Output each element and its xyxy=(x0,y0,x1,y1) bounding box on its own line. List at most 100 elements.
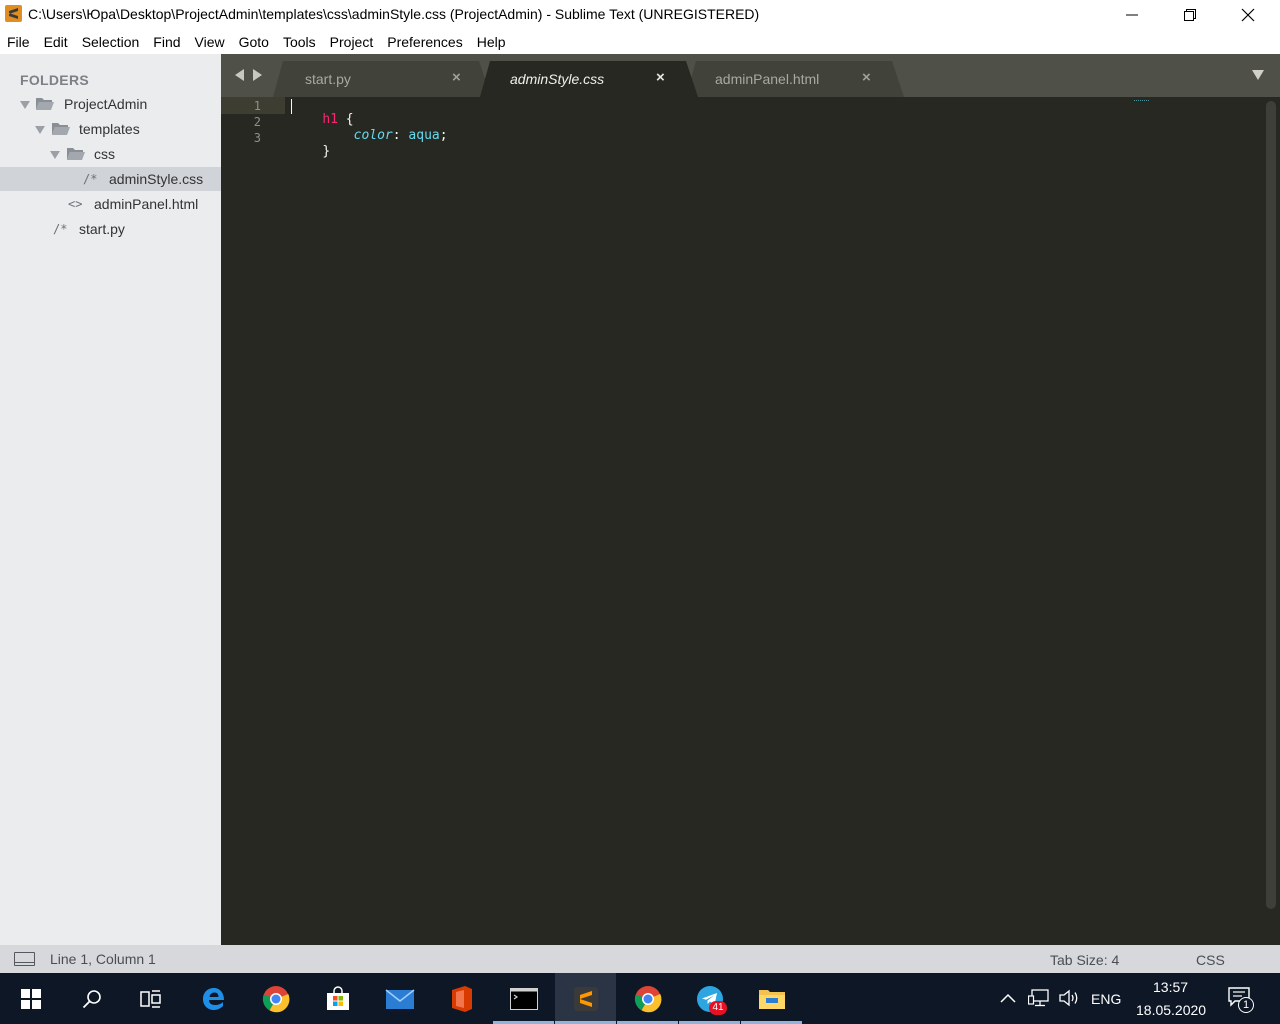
folder-open-icon xyxy=(67,148,85,160)
volume-icon[interactable] xyxy=(1058,989,1080,1007)
minimap[interactable] xyxy=(1134,98,1149,101)
office-icon xyxy=(451,985,472,1012)
tree-folder-css[interactable]: css xyxy=(0,142,221,166)
tree-label: adminPanel.html xyxy=(94,196,199,212)
mail-icon xyxy=(385,988,414,1009)
network-icon[interactable] xyxy=(1028,989,1050,1007)
sublime-text-icon xyxy=(5,5,22,22)
task-view-button[interactable] xyxy=(120,973,181,1024)
css-property: color xyxy=(353,128,393,143)
syntax-selector[interactable]: CSS xyxy=(1196,952,1225,968)
folder-open-icon xyxy=(52,123,70,135)
edge-browser-icon xyxy=(202,987,224,1010)
menu-goto[interactable]: Goto xyxy=(239,34,269,50)
chevron-down-icon[interactable] xyxy=(35,126,45,134)
tree-label: ProjectAdmin xyxy=(64,96,148,112)
chevron-down-icon[interactable] xyxy=(20,101,30,109)
taskbar-mail[interactable] xyxy=(369,973,430,1024)
action-center-button[interactable]: 1 xyxy=(1228,987,1256,1015)
chevron-down-icon[interactable] xyxy=(50,151,60,159)
task-view-icon xyxy=(139,989,161,1008)
minimize-icon xyxy=(1126,14,1138,16)
taskbar-terminal[interactable] xyxy=(493,973,554,1024)
windows-taskbar: 41 ENG 13:57 18.05.2020 1 xyxy=(0,973,1280,1024)
tree-file-start-py[interactable]: /* start.py xyxy=(0,217,221,241)
code-punctuation: : xyxy=(392,128,409,143)
vertical-scrollbar[interactable] xyxy=(1266,101,1276,909)
sublime-text-icon xyxy=(573,986,598,1011)
tab-adminstyle-css[interactable]: adminStyle.css × xyxy=(480,61,698,97)
tree-file-adminstyle-css[interactable]: /* adminStyle.css xyxy=(0,167,221,191)
search-button[interactable] xyxy=(61,973,122,1024)
menu-project[interactable]: Project xyxy=(330,34,374,50)
minimize-button[interactable] xyxy=(1103,0,1161,30)
line-gutter: 1 2 3 xyxy=(221,97,285,945)
tab-start-py[interactable]: start.py × xyxy=(273,61,491,97)
panel-toggle-icon[interactable] xyxy=(14,952,35,966)
code-punctuation: } xyxy=(322,144,331,159)
restore-button[interactable] xyxy=(1161,0,1219,30)
menu-file[interactable]: File xyxy=(7,34,30,50)
taskbar-chrome[interactable] xyxy=(245,973,306,1024)
line-number: 2 xyxy=(253,115,261,129)
cursor-position[interactable]: Line 1, Column 1 xyxy=(50,951,156,967)
taskbar-store[interactable] xyxy=(307,973,368,1024)
clock-time[interactable]: 13:57 xyxy=(1153,979,1188,995)
tab-label: adminPanel.html xyxy=(715,71,820,87)
menu-preferences[interactable]: Preferences xyxy=(387,34,462,50)
menu-tools[interactable]: Tools xyxy=(283,34,316,50)
close-tab-icon[interactable]: × xyxy=(656,69,665,86)
chrome-icon xyxy=(634,985,661,1012)
taskbar-sublime-text[interactable] xyxy=(555,973,616,1024)
tree-label: css xyxy=(94,146,115,162)
tab-label: adminStyle.css xyxy=(510,71,605,87)
tree-folder-projectadmin[interactable]: ProjectAdmin xyxy=(0,92,221,116)
chevron-up-icon[interactable] xyxy=(1000,993,1016,1003)
tree-label: start.py xyxy=(79,221,125,237)
title-bar: C:\Users\Юра\Desktop\ProjectAdmin\templa… xyxy=(0,0,1280,30)
menu-selection[interactable]: Selection xyxy=(82,34,140,50)
taskbar-telegram[interactable]: 41 xyxy=(679,973,740,1024)
file-explorer-icon xyxy=(758,989,785,1009)
menu-edit[interactable]: Edit xyxy=(44,34,68,50)
file-python-icon: /* xyxy=(53,222,68,236)
folder-open-icon xyxy=(36,98,54,110)
taskbar-office[interactable] xyxy=(431,973,492,1024)
tab-prev-arrow-icon[interactable] xyxy=(235,69,244,81)
text-cursor xyxy=(291,99,292,114)
search-icon xyxy=(82,989,101,1008)
start-button[interactable] xyxy=(0,973,61,1024)
windows-logo-icon xyxy=(20,988,41,1009)
menu-help[interactable]: Help xyxy=(477,34,506,50)
tab-adminpanel-html[interactable]: adminPanel.html × xyxy=(686,61,904,97)
window-title: C:\Users\Юра\Desktop\ProjectAdmin\templa… xyxy=(28,6,760,22)
close-tab-icon[interactable]: × xyxy=(452,69,461,86)
close-tab-icon[interactable]: × xyxy=(862,69,871,86)
taskbar-file-explorer[interactable] xyxy=(741,973,802,1024)
notification-count: 1 xyxy=(1238,997,1254,1013)
restore-icon xyxy=(1184,9,1196,21)
status-bar: Line 1, Column 1 Tab Size: 4 CSS xyxy=(0,945,1280,973)
tab-label: start.py xyxy=(305,71,351,87)
line-number: 3 xyxy=(253,131,261,145)
close-button[interactable] xyxy=(1219,0,1277,30)
menu-view[interactable]: View xyxy=(195,34,225,50)
tree-file-adminpanel-html[interactable]: <> adminPanel.html xyxy=(0,192,221,216)
tree-folder-templates[interactable]: templates xyxy=(0,117,221,141)
chrome-icon xyxy=(262,985,289,1012)
menu-bar: File Edit Selection Find View Goto Tools… xyxy=(0,30,1280,54)
microsoft-store-icon xyxy=(326,985,349,1010)
sidebar: FOLDERS ProjectAdmin templates css /* ad… xyxy=(0,54,221,945)
close-icon xyxy=(1241,8,1255,22)
tab-list-dropdown-icon[interactable] xyxy=(1252,70,1264,80)
taskbar-edge[interactable] xyxy=(183,973,244,1024)
taskbar-chrome-window[interactable] xyxy=(617,973,678,1024)
menu-find[interactable]: Find xyxy=(153,34,180,50)
folders-heading: FOLDERS xyxy=(20,72,89,88)
tab-next-arrow-icon[interactable] xyxy=(253,69,262,81)
clock-date[interactable]: 18.05.2020 xyxy=(1136,1002,1206,1018)
input-language[interactable]: ENG xyxy=(1091,991,1121,1007)
code-editor[interactable]: 1 2 3 h1 { color: aqua; } xyxy=(221,97,1280,945)
tab-size[interactable]: Tab Size: 4 xyxy=(1050,952,1119,968)
code-line-3[interactable]: } xyxy=(291,129,330,174)
